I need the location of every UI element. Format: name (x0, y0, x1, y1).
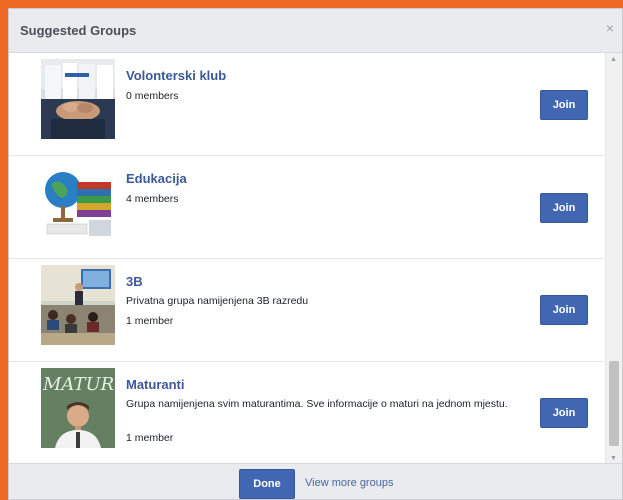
group-item-edukacija: Edukacija 4 members Join (9, 156, 604, 259)
join-button[interactable]: Join (540, 398, 588, 428)
group-item-volonterski-klub: Volonterski klub 0 members Join (9, 53, 604, 156)
scrollbar-thumb[interactable] (609, 361, 619, 446)
globe-books-photo (41, 162, 115, 242)
group-name[interactable]: Maturanti (126, 377, 185, 392)
join-button[interactable]: Join (540, 90, 588, 120)
done-button[interactable]: Done (239, 469, 295, 499)
group-thumbnail[interactable]: MATUR (41, 368, 115, 448)
group-name[interactable]: 3B (126, 274, 143, 289)
dialog-footer: Done View more groups (9, 463, 622, 499)
volunteers-hands-photo (41, 59, 115, 139)
group-members-count: 1 member (126, 315, 174, 327)
group-item-maturanti: MATUR Maturanti Grupa namijenjena svim m… (9, 362, 604, 465)
group-members-count: 0 members (126, 90, 179, 102)
groups-list: Volonterski klub 0 members Join Edukacij… (9, 53, 622, 465)
group-thumbnail[interactable] (41, 59, 115, 139)
classroom-photo (41, 265, 115, 345)
group-members-count: 1 member (126, 432, 174, 444)
group-description: Grupa namijenjena svim maturantima. Sve … (126, 398, 508, 410)
group-description: Privatna grupa namijenjena 3B razredu (126, 295, 309, 307)
join-button[interactable]: Join (540, 295, 588, 325)
group-name[interactable]: Edukacija (126, 171, 187, 186)
group-name[interactable]: Volonterski klub (126, 68, 226, 83)
join-button[interactable]: Join (540, 193, 588, 223)
vertical-scrollbar[interactable]: ▲ ▼ (605, 53, 622, 465)
view-more-groups-link[interactable]: View more groups (305, 477, 393, 489)
group-item-3b: 3B Privatna grupa namijenjena 3B razredu… (9, 259, 604, 362)
group-thumbnail[interactable] (41, 162, 115, 242)
dialog-header: Suggested Groups × (9, 9, 622, 53)
suggested-groups-dialog: Suggested Groups × Volonterski klub 0 me… (8, 8, 623, 500)
matura-chalkboard-photo: MATUR (41, 368, 115, 448)
group-thumbnail[interactable] (41, 265, 115, 345)
close-icon[interactable]: × (606, 21, 614, 35)
scroll-down-arrow-icon[interactable]: ▼ (610, 455, 617, 462)
dialog-title: Suggested Groups (20, 23, 137, 38)
scroll-up-arrow-icon[interactable]: ▲ (610, 56, 617, 63)
group-members-count: 4 members (126, 193, 179, 205)
svg-text:MATUR: MATUR (42, 374, 114, 395)
